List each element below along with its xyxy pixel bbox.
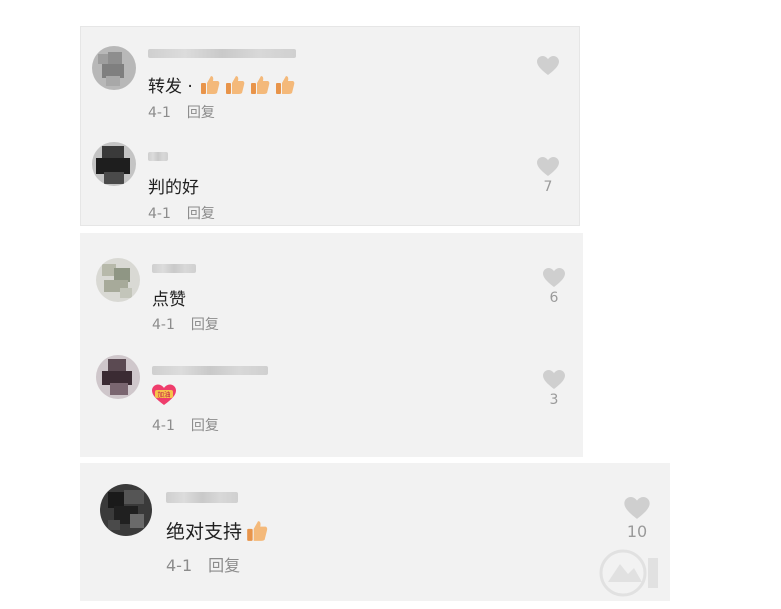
comment-text-label: 点赞: [152, 290, 186, 310]
avatar[interactable]: [92, 142, 136, 186]
jiayou-sticker-icon: 加油: [152, 384, 176, 406]
heart-icon: [537, 157, 559, 176]
like-button[interactable]: [533, 56, 563, 78]
reply-button[interactable]: 回复: [191, 418, 219, 434]
comment-text-label: 转发 ·: [148, 77, 193, 97]
heart-icon: [624, 497, 650, 519]
comment-text-label: 判的好: [148, 178, 199, 198]
comment-text: 绝对支持: [166, 517, 269, 544]
like-button[interactable]: 7: [533, 157, 563, 195]
comment-text-label: 绝对支持: [166, 521, 243, 543]
reply-button[interactable]: 回复: [208, 556, 240, 575]
reply-button[interactable]: 回复: [187, 206, 215, 222]
like-count: 3: [549, 392, 559, 408]
svg-text:加油: 加油: [158, 390, 171, 399]
heart-icon: [537, 56, 559, 75]
like-button[interactable]: 3: [539, 370, 569, 408]
like-button[interactable]: 6: [539, 268, 569, 306]
username-blurred[interactable]: [152, 264, 196, 273]
avatar[interactable]: [92, 46, 136, 90]
comment-text: 转发 ·: [148, 72, 296, 97]
heart-icon: [543, 370, 565, 389]
comment-meta: 4-1 回复: [148, 102, 215, 122]
username-blurred[interactable]: [166, 492, 238, 503]
thumbs-up-icon: [199, 74, 221, 96]
heart-icon: [543, 268, 565, 287]
reply-button[interactable]: 回复: [191, 317, 219, 333]
comment-meta: 4-1 回复: [166, 552, 240, 576]
thumbs-up-icon: [249, 74, 271, 96]
avatar[interactable]: [96, 355, 140, 399]
like-count: 10: [626, 522, 648, 541]
like-button[interactable]: 10: [620, 497, 654, 541]
comment-text: 加油: [152, 384, 176, 406]
comment-date: 4-1: [152, 418, 175, 434]
comment-meta: 4-1 回复: [152, 415, 219, 435]
like-count: 7: [543, 179, 553, 195]
comment-date: 4-1: [148, 105, 171, 121]
thumbs-up-icon: [245, 519, 269, 543]
comment-meta: 4-1 回复: [148, 203, 215, 223]
username-blurred[interactable]: [148, 152, 168, 161]
avatar[interactable]: [96, 258, 140, 302]
watermark-logo: [598, 548, 658, 598]
username-blurred[interactable]: [152, 366, 268, 375]
comment-date: 4-1: [166, 556, 193, 575]
comment-text: 点赞: [152, 285, 186, 310]
reply-button[interactable]: 回复: [187, 105, 215, 121]
comment-date: 4-1: [152, 317, 175, 333]
avatar[interactable]: [100, 484, 152, 536]
thumbs-up-icon: [274, 74, 296, 96]
comment-date: 4-1: [148, 206, 171, 222]
comment-text: 判的好: [148, 173, 199, 198]
like-count: 6: [549, 290, 559, 306]
thumbs-up-icon: [224, 74, 246, 96]
comment-meta: 4-1 回复: [152, 314, 219, 334]
username-blurred[interactable]: [148, 49, 296, 58]
